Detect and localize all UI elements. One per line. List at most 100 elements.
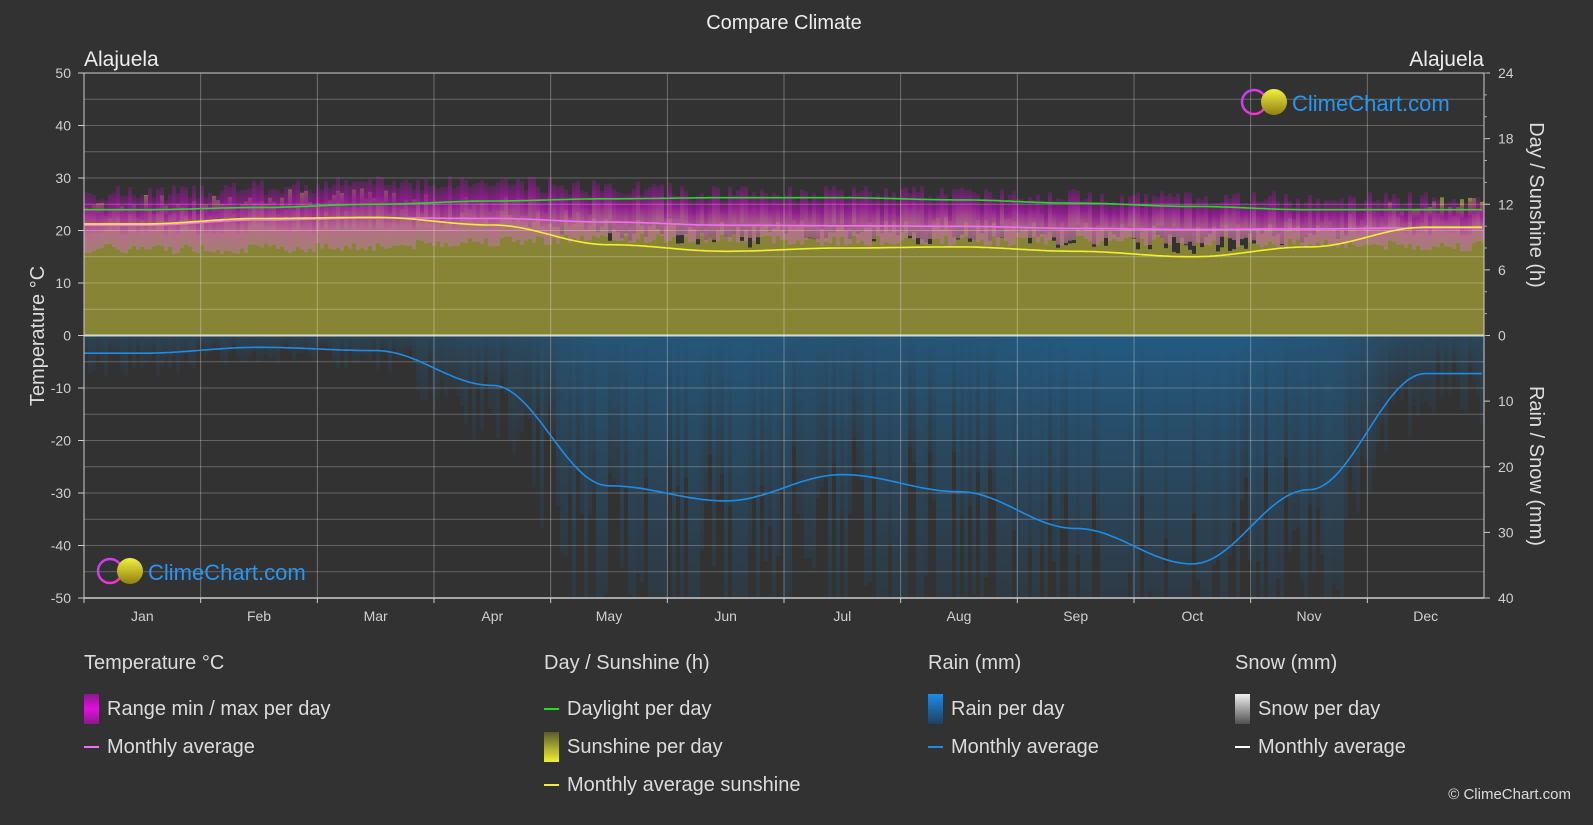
temp-range-day-bar	[788, 186, 792, 245]
temp-range-day-bar	[1216, 203, 1220, 245]
line-swatch-icon	[84, 746, 99, 748]
y-right-bottom-label: Rain / Snow (mm)	[1525, 386, 1547, 546]
sunshine-day-bar	[660, 233, 664, 336]
sunshine-day-bar	[1112, 234, 1116, 336]
rain-day-bar	[1384, 335, 1388, 452]
legend-item: Rain per day	[928, 690, 1099, 728]
sunshine-day-bar	[756, 244, 760, 336]
temp-range-day-bar	[648, 186, 652, 242]
sunshine-day-bar	[704, 240, 708, 336]
temp-range-day-bar	[1124, 204, 1128, 239]
rain-day-bar	[1296, 335, 1300, 529]
temp-range-day-bar	[892, 191, 896, 245]
temp-range-day-bar	[520, 181, 524, 245]
x-tick-label: Aug	[947, 608, 972, 624]
temp-range-day-bar	[1240, 203, 1244, 240]
temp-range-day-bar	[1212, 203, 1216, 241]
legend-item: Monthly average	[1235, 728, 1406, 766]
rain-day-bar	[156, 335, 160, 377]
sunshine-day-bar	[1076, 229, 1080, 336]
rain-day-bar	[180, 335, 184, 360]
sunshine-day-bar	[928, 244, 932, 336]
temp-range-day-bar	[720, 199, 724, 235]
sunshine-day-bar	[552, 226, 556, 336]
rain-day-bar	[140, 335, 144, 368]
temp-range-day-bar	[628, 193, 632, 243]
line-swatch-icon	[928, 746, 943, 748]
rain-day-bar	[212, 335, 216, 346]
temp-range-day-bar	[1340, 198, 1344, 244]
sunshine-day-bar	[1100, 228, 1104, 336]
sunshine-day-bar	[1160, 238, 1164, 336]
rain-day-bar	[276, 335, 280, 365]
temp-range-day-bar	[1396, 197, 1400, 245]
temp-range-day-bar	[1068, 190, 1072, 241]
temp-range-day-bar	[472, 183, 476, 242]
x-tick-label: Mar	[364, 608, 388, 624]
rain-day-bar	[332, 335, 336, 361]
sunshine-day-bar	[540, 226, 544, 336]
y-left-tick-label: 50	[55, 65, 71, 81]
rain-day-bar	[608, 335, 612, 473]
rain-day-bar	[1396, 335, 1400, 392]
temp-range-day-bar	[344, 179, 348, 246]
temp-range-day-bar	[1472, 198, 1476, 244]
y-right-top-tick-label: 24	[1498, 65, 1514, 81]
temp-range-day-bar	[368, 178, 372, 246]
temp-range-day-bar	[488, 186, 492, 247]
rain-day-bar	[1428, 335, 1432, 408]
temp-range-day-bar	[852, 186, 856, 237]
sunshine-day-bar	[656, 228, 660, 336]
temp-range-day-bar	[1264, 199, 1268, 246]
rain-day-bar	[392, 335, 396, 350]
temp-range-day-bar	[424, 178, 428, 244]
temp-range-day-bar	[108, 194, 112, 245]
rain-day-bar	[192, 335, 196, 368]
y-left-tick-label: -50	[51, 590, 71, 606]
line-swatch-icon	[1235, 746, 1250, 748]
legend-snow: Snow (mm) Snow per day Monthly average	[1235, 652, 1406, 766]
temp-range-day-bar	[396, 188, 400, 246]
x-tick-label: Feb	[247, 608, 271, 624]
temp-range-day-bar	[1424, 191, 1428, 250]
rain-day-bar	[856, 335, 860, 472]
temp-range-day-bar	[632, 188, 636, 243]
temp-range-day-bar	[752, 192, 756, 241]
temp-range-day-bar	[840, 189, 844, 237]
temp-range-day-bar	[692, 200, 696, 242]
rain-day-bar	[324, 335, 328, 347]
rain-day-bar	[776, 335, 780, 557]
temp-range-day-bar	[1376, 199, 1380, 246]
temp-range-day-bar	[580, 190, 584, 236]
rain-day-bar	[616, 335, 620, 486]
temp-range-day-bar	[604, 184, 608, 237]
location-right: Alajuela	[1409, 48, 1484, 71]
rain-day-bar	[560, 335, 564, 553]
rain-day-bar	[912, 335, 916, 463]
temp-range-day-bar	[812, 192, 816, 239]
sunshine-day-bar	[952, 237, 956, 336]
sunshine-day-bar	[732, 234, 736, 336]
rain-day-bar	[224, 335, 228, 365]
temp-range-day-bar	[1408, 191, 1412, 244]
y-right-bottom-tick-label: 20	[1498, 459, 1514, 475]
temp-range-day-bar	[896, 200, 900, 244]
sunshine-day-bar	[712, 242, 716, 336]
sunshine-day-bar	[1052, 240, 1056, 336]
temp-range-day-bar	[1352, 196, 1356, 245]
rain-day-bar	[1436, 335, 1440, 365]
temp-range-day-bar	[336, 176, 340, 249]
temp-range-day-bar	[220, 190, 224, 255]
rain-day-bar	[380, 335, 384, 349]
rain-day-bar	[1448, 335, 1452, 396]
rain-day-bar	[480, 335, 484, 432]
temp-range-day-bar	[252, 180, 256, 245]
temp-range-day-bar	[400, 182, 404, 245]
legend-rain: Rain (mm) Rain per day Monthly average	[928, 652, 1099, 766]
sunshine-day-bar	[692, 229, 696, 336]
rain-day-bar	[88, 335, 92, 375]
temp-range-day-bar	[716, 187, 720, 242]
y-left-tick-label: 30	[55, 170, 71, 186]
temp-range-day-bar	[1300, 205, 1304, 245]
temp-range-day-bar	[696, 195, 700, 240]
